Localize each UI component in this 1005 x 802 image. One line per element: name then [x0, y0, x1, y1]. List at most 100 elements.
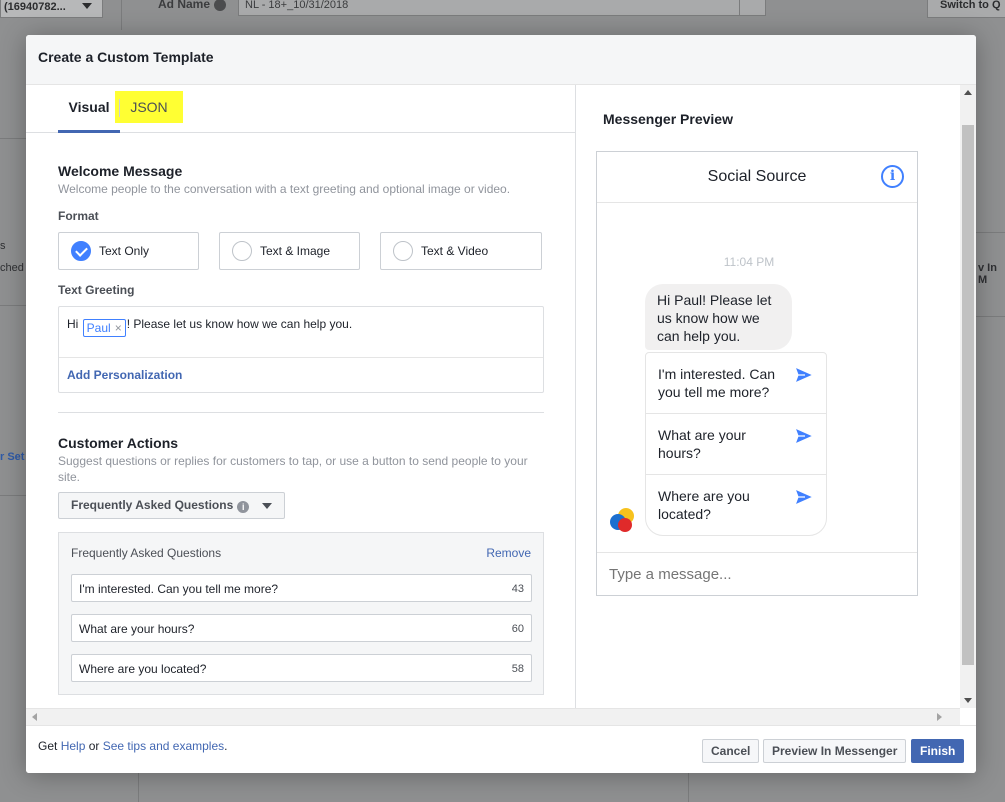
help-text-period: .	[224, 739, 228, 753]
dialog-footer: Get Help or See tips and examples. Cance…	[26, 725, 976, 773]
dialog-title: Create a Custom Template	[26, 35, 976, 85]
account-select-value: (16940782...	[4, 1, 66, 13]
quick-replies: I'm interested. Can you tell me more? Wh…	[645, 352, 827, 536]
customer-actions-dropdown[interactable]: Frequently Asked Questions i	[58, 492, 285, 519]
dropdown-value: Frequently Asked Questions	[71, 498, 234, 512]
character-count: 58	[511, 663, 524, 675]
info-icon	[214, 0, 226, 11]
character-count: 60	[511, 623, 524, 635]
greeting-text[interactable]: Hi Paul × ! Please let us know how we can …	[67, 317, 352, 337]
greeting-bubble: Hi Paul! Please let us know how we can h…	[645, 284, 792, 350]
messenger-preview-title: Messenger Preview	[603, 111, 733, 127]
switch-button: Switch to Q	[927, 0, 1005, 18]
quick-reply[interactable]: Where are you located?	[646, 475, 826, 535]
greeting-suffix: ! Please let us know how we can help you…	[126, 317, 353, 331]
check-icon	[71, 241, 91, 261]
ad-name-input: NL - 18+_10/31/2018	[238, 0, 766, 16]
section-divider	[58, 412, 544, 413]
background-text: v In M	[978, 262, 997, 286]
faq-question-input[interactable]: Where are you located? 58	[71, 654, 532, 682]
help-text: Get Help or See tips and examples.	[38, 739, 227, 753]
scroll-down-icon[interactable]	[964, 698, 972, 703]
format-label: Format	[58, 209, 99, 223]
caret-down-icon	[262, 503, 272, 509]
dialog-body: Visual JSON Welcome Message Welcome peop…	[26, 85, 976, 708]
question-text: What are your hours?	[79, 622, 195, 636]
editor-pane: Visual JSON Welcome Message Welcome peop…	[26, 85, 576, 708]
faq-question-input[interactable]: I'm interested. Can you tell me more? 43	[71, 574, 532, 602]
tab-visual[interactable]: Visual	[58, 85, 120, 133]
horizontal-scrollbar[interactable]	[26, 708, 960, 725]
preview-in-messenger-button[interactable]: Preview In Messenger	[763, 739, 907, 763]
account-select: (16940782...	[0, 0, 103, 18]
page-name: Social Source	[707, 168, 807, 185]
scroll-right-icon[interactable]	[937, 713, 942, 721]
quick-reply[interactable]: I'm interested. Can you tell me more?	[646, 353, 826, 414]
welcome-message-section: Welcome Message Welcome people to the co…	[58, 163, 544, 197]
help-link[interactable]: Help	[61, 739, 86, 753]
quick-reply-text: Where are you located?	[658, 488, 750, 522]
faq-question-input[interactable]: What are your hours? 60	[71, 614, 532, 642]
question-text: I'm interested. Can you tell me more?	[79, 582, 279, 596]
background-divider	[688, 773, 689, 802]
quick-reply[interactable]: What are your hours?	[646, 414, 826, 475]
background-divider	[138, 773, 139, 802]
format-option-label: Text & Image	[260, 244, 331, 258]
faq-panel: Frequently Asked Questions Remove I'm in…	[58, 532, 544, 695]
radio-icon	[393, 241, 413, 261]
help-text-or: or	[85, 739, 103, 753]
greeting-prefix: Hi	[67, 317, 82, 331]
add-personalization-link[interactable]: Add Personalization	[67, 368, 182, 382]
quick-reply-text: I'm interested. Can you tell me more?	[658, 366, 776, 400]
text-greeting-editor[interactable]: Hi Paul × ! Please let us know how we can …	[58, 306, 544, 393]
help-text-get: Get	[38, 739, 61, 753]
divider	[59, 357, 543, 358]
conversation-header: Social Source i	[597, 152, 917, 203]
token-label: Paul	[86, 321, 111, 335]
messenger-preview: Social Source i 11:04 PM Hi Paul! Please…	[596, 151, 918, 596]
finish-button[interactable]: Finish	[911, 739, 965, 763]
info-icon: i	[237, 501, 250, 513]
tab-divider	[119, 99, 120, 117]
editor-tabs: Visual JSON	[26, 85, 575, 133]
text-greeting-label: Text Greeting	[58, 283, 135, 297]
page-avatar	[608, 506, 637, 535]
quick-reply-text: What are your hours?	[658, 427, 746, 461]
background-divider	[121, 0, 122, 30]
scroll-up-icon[interactable]	[964, 90, 972, 95]
tab-json[interactable]: JSON	[115, 91, 183, 123]
background-link: r Set	[0, 451, 25, 463]
vertical-scrollbar[interactable]	[960, 85, 976, 708]
tips-link[interactable]: See tips and examples	[103, 739, 224, 753]
customer-actions-heading: Customer Actions	[58, 435, 179, 451]
message-input[interactable]	[609, 566, 899, 583]
welcome-message-description: Welcome people to the conversation with …	[58, 182, 511, 196]
send-arrow-icon	[794, 427, 814, 445]
question-text: Where are you located?	[79, 662, 207, 676]
ad-name-label: Ad Name	[158, 0, 211, 11]
faq-panel-title: Frequently Asked Questions	[71, 546, 222, 560]
personalization-token[interactable]: Paul ×	[82, 319, 126, 337]
scrollbar-thumb[interactable]	[962, 125, 974, 665]
scroll-left-icon[interactable]	[32, 713, 37, 721]
customer-actions-description: Suggest questions or replies for custome…	[58, 454, 528, 484]
caret-down-icon	[82, 3, 92, 9]
radio-icon	[232, 241, 252, 261]
remove-link[interactable]: Remove	[486, 546, 531, 560]
format-option-text-only[interactable]: Text Only	[58, 232, 199, 270]
info-icon[interactable]: i	[881, 165, 904, 188]
format-option-label: Text Only	[99, 244, 150, 258]
background-divider	[0, 495, 26, 496]
preview-pane: Messenger Preview Social Source i 11:04 …	[577, 85, 960, 708]
background-divider	[0, 138, 26, 139]
format-option-text-video[interactable]: Text & Video	[380, 232, 542, 270]
send-arrow-icon	[794, 366, 814, 384]
cancel-button[interactable]: Cancel	[702, 739, 760, 763]
gear-icon	[739, 0, 765, 16]
message-timestamp: 11:04 PM	[723, 255, 775, 269]
close-icon[interactable]: ×	[115, 320, 122, 336]
customer-actions-section: Customer Actions Suggest questions or re…	[58, 435, 544, 485]
background-divider	[0, 305, 26, 306]
background-divider	[976, 316, 1005, 317]
format-option-text-image[interactable]: Text & Image	[219, 232, 360, 270]
